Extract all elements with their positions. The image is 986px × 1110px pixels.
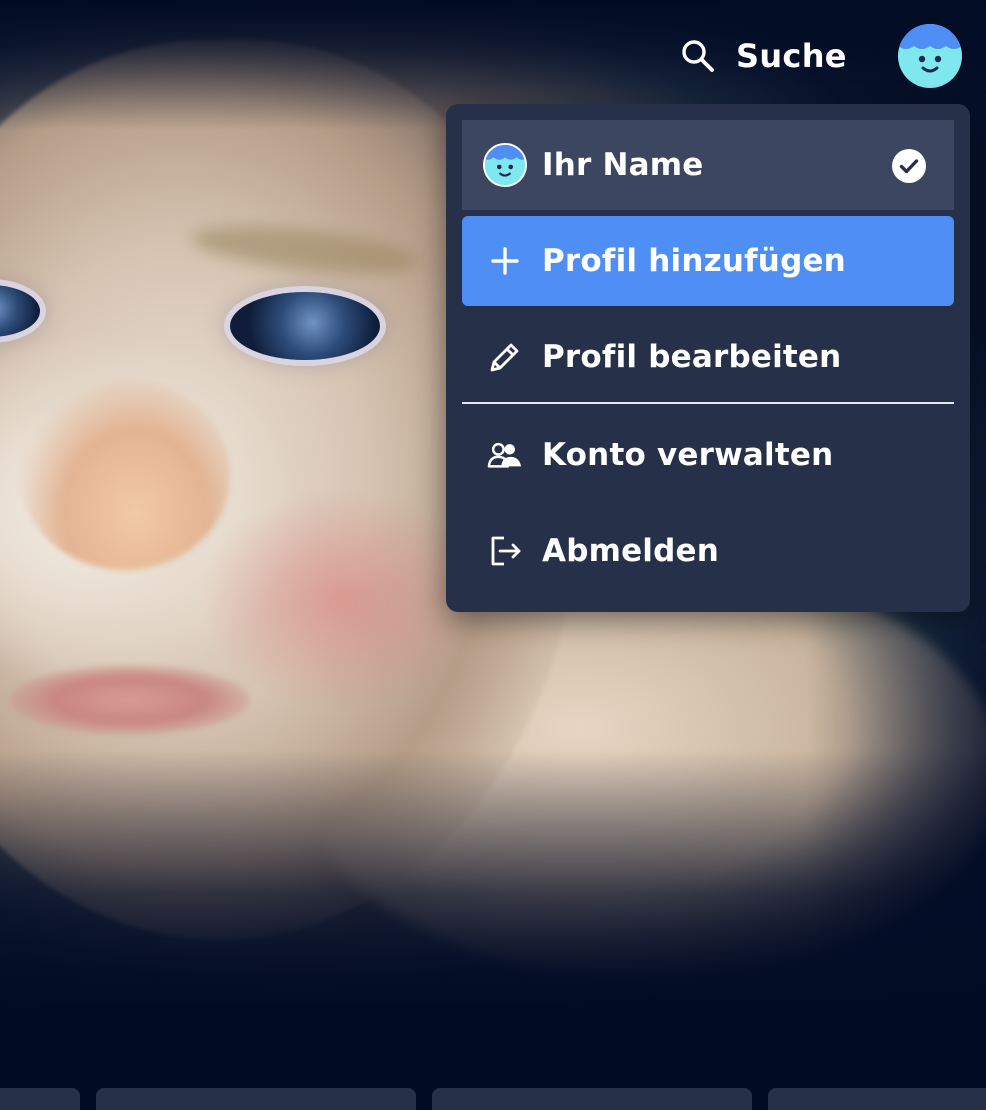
check-circle-icon xyxy=(892,149,926,183)
menu-item-manage-account[interactable]: Konto verwalten xyxy=(462,410,954,500)
profile-avatar-button[interactable] xyxy=(898,24,962,88)
kid-avatar-icon xyxy=(898,24,962,88)
hero-eye-right xyxy=(230,292,380,360)
content-card[interactable] xyxy=(432,1088,752,1110)
menu-item-current-profile[interactable]: Ihr Name xyxy=(462,120,954,210)
menu-item-label: Profil hinzufügen xyxy=(542,243,846,279)
search-label: Suche xyxy=(736,37,847,75)
menu-item-label: Profil bearbeiten xyxy=(542,339,842,375)
plus-icon xyxy=(482,238,528,284)
logout-icon xyxy=(482,528,528,574)
profile-name: Ihr Name xyxy=(542,147,704,183)
menu-item-label: Konto verwalten xyxy=(542,437,834,473)
pencil-icon xyxy=(482,334,528,380)
menu-item-logout[interactable]: Abmelden xyxy=(462,506,954,596)
content-card[interactable] xyxy=(0,1088,80,1110)
menu-item-label: Abmelden xyxy=(542,533,720,569)
hero-nose xyxy=(20,380,230,570)
menu-divider xyxy=(462,402,954,404)
users-icon xyxy=(482,432,528,478)
menu-item-edit-profile[interactable]: Profil bearbeiten xyxy=(462,312,954,402)
profile-menu: Ihr Name Profil hinzufügen Profil bearbe… xyxy=(446,104,970,612)
content-card[interactable] xyxy=(768,1088,986,1110)
menu-item-add-profile[interactable]: Profil hinzufügen xyxy=(462,216,954,306)
hero-lips xyxy=(10,665,250,735)
kid-avatar-icon xyxy=(482,142,528,188)
search-button[interactable]: Suche xyxy=(680,30,847,82)
hero-bottom-fade xyxy=(0,750,986,1010)
content-card[interactable] xyxy=(96,1088,416,1110)
app-page: Suche Ihr Name Profil hinzufügen Profil … xyxy=(0,0,986,1110)
search-icon xyxy=(680,38,716,74)
